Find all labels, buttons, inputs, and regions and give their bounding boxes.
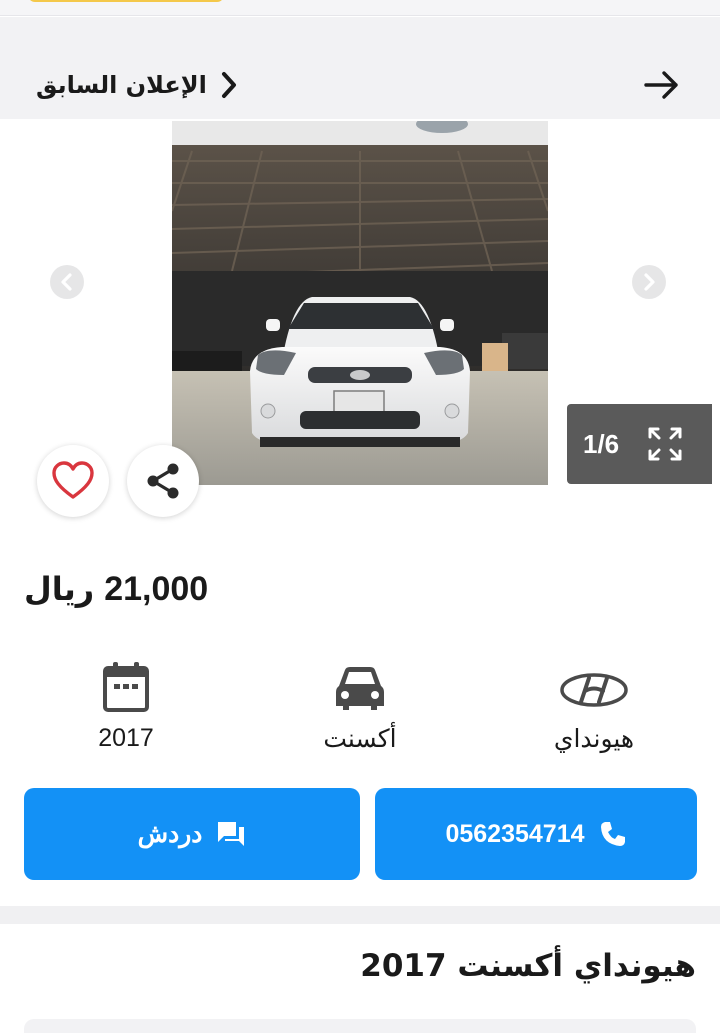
phone-icon	[600, 822, 625, 846]
gallery-prev-button[interactable]	[50, 265, 84, 299]
spec-model-text: أكسنت	[323, 725, 397, 753]
spec-year: 2017	[46, 660, 206, 753]
spec-model: أكسنت	[280, 660, 440, 754]
chat-button[interactable]: دردش	[24, 788, 360, 880]
nav-bar: الإعلان السابق	[0, 17, 720, 119]
back-button[interactable]	[640, 67, 684, 103]
section-divider	[0, 906, 720, 924]
chevron-left-icon	[61, 273, 72, 291]
share-icon	[147, 463, 179, 499]
top-strip	[0, 0, 720, 16]
car-icon	[336, 667, 384, 710]
previous-ad-label: الإعلان السابق	[36, 71, 207, 99]
price-value: 21,000	[104, 570, 209, 608]
image-counter[interactable]: 1/6	[567, 404, 712, 484]
spec-brand: هيونداي	[514, 660, 674, 754]
spec-year-text: 2017	[98, 724, 154, 752]
car-photo[interactable]	[172, 121, 548, 485]
hyundai-logo-icon	[560, 673, 628, 707]
spec-brand-text: هيونداي	[553, 725, 635, 753]
image-counter-text: 1/6	[583, 428, 620, 459]
next-section-card	[24, 1019, 696, 1033]
arrow-right-icon	[644, 71, 678, 99]
car-image	[172, 121, 548, 485]
gallery-next-button[interactable]	[632, 265, 666, 299]
previous-ad-link[interactable]: الإعلان السابق	[36, 65, 239, 105]
call-button[interactable]: 0562354714	[375, 788, 697, 880]
calendar-icon	[103, 662, 149, 712]
chat-button-label: دردش	[137, 820, 203, 848]
call-button-number: 0562354714	[445, 819, 585, 848]
share-button[interactable]	[127, 445, 199, 517]
chevron-right-icon	[644, 273, 655, 291]
listing-title: هيونداي أكسنت 2017	[360, 948, 696, 984]
favorite-button[interactable]	[37, 445, 109, 517]
chat-icon	[218, 822, 245, 846]
image-gallery: 1/6	[0, 119, 720, 519]
heart-icon	[52, 461, 94, 499]
price: 21,000 ريال	[24, 570, 208, 618]
top-banner-pill[interactable]	[28, 0, 224, 2]
chevron-right-icon	[221, 72, 236, 98]
expand-icon	[648, 427, 682, 461]
specs-row: 2017 أكسنت هيونداي	[0, 660, 720, 770]
price-currency: ريال	[24, 570, 95, 608]
